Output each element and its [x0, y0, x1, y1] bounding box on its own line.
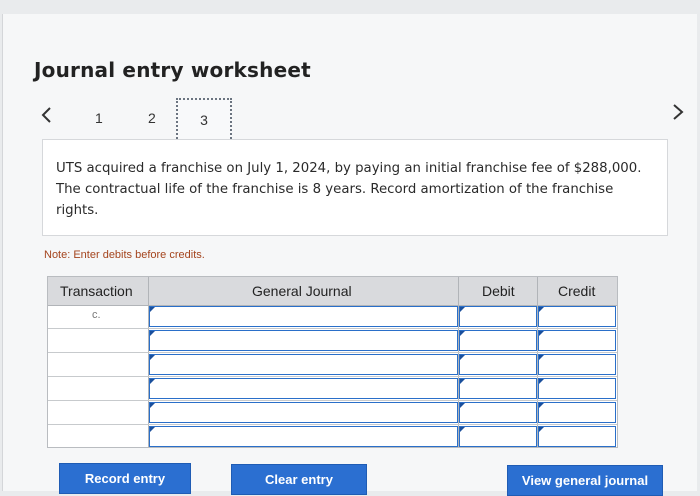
debit-input[interactable]	[459, 354, 537, 375]
dropdown-marker-icon	[539, 355, 544, 360]
dropdown-marker-icon	[539, 379, 544, 384]
dropdown-marker-icon	[150, 427, 155, 432]
dropdown-marker-icon	[460, 307, 465, 312]
debit-input[interactable]	[459, 330, 537, 351]
account-input[interactable]	[149, 330, 458, 351]
account-input[interactable]	[149, 426, 458, 447]
credit-input[interactable]	[538, 354, 616, 375]
table-row	[48, 377, 617, 401]
dropdown-marker-icon	[150, 355, 155, 360]
dropdown-marker-icon	[460, 355, 465, 360]
debit-input[interactable]	[459, 378, 537, 399]
dropdown-marker-icon	[150, 379, 155, 384]
page-tab-3-label: 3	[200, 112, 208, 128]
clear-entry-button[interactable]: Clear entry	[231, 464, 367, 495]
account-input[interactable]	[149, 354, 458, 375]
table-row: c.	[48, 305, 617, 329]
transaction-label: c.	[92, 309, 101, 321]
page-tab-1[interactable]: 1	[95, 110, 103, 126]
journal-header-row: Transaction General Journal Debit Credit	[48, 277, 617, 306]
view-general-journal-button[interactable]: View general journal	[507, 465, 663, 496]
worksheet-panel: Journal entry worksheet 1 2 3 UTS acquir…	[2, 14, 697, 496]
dropdown-marker-icon	[539, 427, 544, 432]
chevron-right-icon[interactable]	[670, 102, 686, 122]
table-row	[48, 401, 617, 425]
table-row	[48, 353, 617, 377]
table-row	[48, 329, 617, 353]
debit-input[interactable]	[459, 402, 537, 423]
debit-input[interactable]	[459, 426, 537, 447]
account-input[interactable]	[149, 306, 458, 327]
dropdown-marker-icon	[460, 403, 465, 408]
dropdown-marker-icon	[460, 331, 465, 336]
dropdown-marker-icon	[150, 307, 155, 312]
header-transaction: Transaction	[60, 283, 133, 299]
dropdown-marker-icon	[460, 379, 465, 384]
page-tab-2[interactable]: 2	[148, 110, 156, 126]
credit-input[interactable]	[538, 402, 616, 423]
dropdown-marker-icon	[460, 427, 465, 432]
question-text: UTS acquired a franchise on July 1, 2024…	[56, 161, 642, 218]
journal-table: Transaction General Journal Debit Credit…	[47, 276, 618, 448]
question-box: UTS acquired a franchise on July 1, 2024…	[42, 139, 668, 236]
credit-input[interactable]	[538, 306, 616, 327]
account-input[interactable]	[149, 402, 458, 423]
dropdown-marker-icon	[150, 331, 155, 336]
header-credit: Credit	[558, 283, 596, 299]
header-general-journal: General Journal	[252, 283, 352, 299]
page-title: Journal entry worksheet	[34, 58, 311, 82]
dropdown-marker-icon	[539, 307, 544, 312]
table-row	[48, 425, 617, 449]
page-tab-3-active[interactable]: 3	[176, 98, 232, 142]
note-text: Note: Enter debits before credits.	[44, 249, 205, 261]
credit-input[interactable]	[538, 330, 616, 351]
credit-input[interactable]	[538, 378, 616, 399]
account-input[interactable]	[149, 378, 458, 399]
dropdown-marker-icon	[539, 403, 544, 408]
debit-input[interactable]	[459, 306, 537, 327]
credit-input[interactable]	[538, 426, 616, 447]
chevron-left-icon[interactable]	[39, 106, 55, 124]
dropdown-marker-icon	[150, 403, 155, 408]
header-debit: Debit	[482, 283, 515, 299]
dropdown-marker-icon	[539, 331, 544, 336]
record-entry-button[interactable]: Record entry	[59, 463, 191, 494]
